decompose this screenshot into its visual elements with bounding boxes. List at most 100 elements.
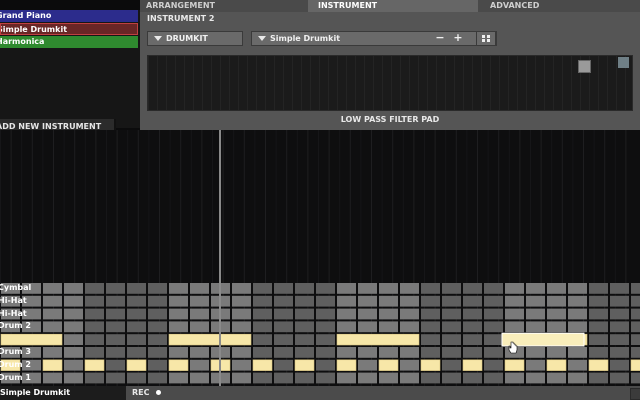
step-cell[interactable]	[232, 372, 251, 384]
step-cell[interactable]	[169, 295, 188, 307]
step-cell[interactable]	[295, 372, 314, 384]
step-cell[interactable]	[505, 283, 524, 294]
step-cell[interactable]	[547, 321, 566, 333]
step-cell[interactable]	[526, 321, 545, 333]
note[interactable]	[420, 359, 441, 371]
step-cell[interactable]	[316, 347, 335, 358]
step-cell[interactable]	[463, 372, 482, 384]
step-cell[interactable]	[64, 308, 83, 320]
note[interactable]	[336, 359, 357, 371]
step-cell[interactable]	[43, 372, 62, 384]
step-cell[interactable]	[379, 372, 398, 384]
step-cell[interactable]	[169, 321, 188, 333]
step-cell[interactable]	[568, 295, 587, 307]
step-cell[interactable]	[316, 308, 335, 320]
pad-handle[interactable]	[578, 60, 591, 73]
step-cell[interactable]	[400, 359, 419, 371]
step-cell[interactable]	[337, 321, 356, 333]
step-cell[interactable]	[295, 334, 314, 345]
step-cell[interactable]	[274, 372, 293, 384]
sequencer-grid[interactable]	[0, 130, 640, 386]
note[interactable]	[42, 359, 63, 371]
step-cell[interactable]	[64, 359, 83, 371]
step-cell[interactable]	[526, 295, 545, 307]
step-cell[interactable]	[316, 283, 335, 294]
step-cell[interactable]	[106, 334, 125, 345]
step-cell[interactable]	[358, 347, 377, 358]
step-cell[interactable]	[190, 359, 209, 371]
step-cell[interactable]	[442, 372, 461, 384]
step-cell[interactable]	[64, 347, 83, 358]
note[interactable]	[588, 359, 609, 371]
step-cell[interactable]	[148, 308, 167, 320]
step-cell[interactable]	[85, 308, 104, 320]
grid-view-button[interactable]	[476, 31, 496, 46]
step-cell[interactable]	[526, 347, 545, 358]
step-cell[interactable]	[526, 372, 545, 384]
step-cell[interactable]	[295, 321, 314, 333]
note[interactable]	[0, 333, 63, 346]
note[interactable]	[126, 359, 147, 371]
step-cell[interactable]	[64, 321, 83, 333]
step-cell[interactable]	[127, 334, 146, 345]
step-cell[interactable]	[127, 283, 146, 294]
step-cell[interactable]	[190, 321, 209, 333]
instrument-item-harmonica[interactable]: Harmonica	[0, 36, 138, 48]
step-cell[interactable]	[610, 334, 629, 345]
step-cell[interactable]	[274, 308, 293, 320]
step-cell[interactable]	[526, 283, 545, 294]
step-cell[interactable]	[253, 334, 272, 345]
step-cell[interactable]	[253, 347, 272, 358]
step-cell[interactable]	[64, 372, 83, 384]
step-cell[interactable]	[442, 295, 461, 307]
step-cell[interactable]	[631, 295, 640, 307]
step-cell[interactable]	[589, 321, 608, 333]
step-cell[interactable]	[379, 308, 398, 320]
step-cell[interactable]	[463, 308, 482, 320]
step-cell[interactable]	[316, 321, 335, 333]
step-cell[interactable]	[106, 347, 125, 358]
step-cell[interactable]	[43, 347, 62, 358]
step-cell[interactable]	[463, 283, 482, 294]
step-cell[interactable]	[358, 372, 377, 384]
tab-arrangement[interactable]: ARRANGEMENT	[140, 0, 308, 12]
instrument-type-select[interactable]: DRUMKIT	[147, 31, 243, 46]
step-cell[interactable]	[379, 347, 398, 358]
step-cell[interactable]	[505, 308, 524, 320]
step-cell[interactable]	[274, 321, 293, 333]
tab-instrument[interactable]: INSTRUMENT	[308, 0, 478, 12]
step-cell[interactable]	[64, 334, 83, 345]
step-cell[interactable]	[106, 359, 125, 371]
step-cell[interactable]	[400, 347, 419, 358]
step-cell[interactable]	[127, 308, 146, 320]
step-cell[interactable]	[169, 283, 188, 294]
step-cell[interactable]	[169, 372, 188, 384]
step-cell[interactable]	[232, 308, 251, 320]
step-cell[interactable]	[169, 308, 188, 320]
step-cell[interactable]	[43, 295, 62, 307]
preset-minus-button[interactable]: −	[433, 31, 447, 46]
step-cell[interactable]	[484, 321, 503, 333]
tab-advanced[interactable]: ADVANCED	[478, 0, 640, 12]
step-cell[interactable]	[295, 283, 314, 294]
step-cell[interactable]	[421, 295, 440, 307]
step-cell[interactable]	[274, 347, 293, 358]
step-cell[interactable]	[337, 308, 356, 320]
step-cell[interactable]	[568, 359, 587, 371]
step-cell[interactable]	[631, 334, 640, 345]
preset-plus-button[interactable]: +	[451, 31, 465, 46]
step-cell[interactable]	[106, 308, 125, 320]
step-cell[interactable]	[400, 295, 419, 307]
step-cell[interactable]	[526, 308, 545, 320]
step-cell[interactable]	[232, 347, 251, 358]
step-cell[interactable]	[463, 347, 482, 358]
step-cell[interactable]	[274, 295, 293, 307]
step-cell[interactable]	[316, 295, 335, 307]
note[interactable]	[84, 359, 105, 371]
note[interactable]	[462, 359, 483, 371]
step-cell[interactable]	[442, 308, 461, 320]
step-cell[interactable]	[337, 283, 356, 294]
step-cell[interactable]	[547, 283, 566, 294]
step-cell[interactable]	[610, 321, 629, 333]
step-cell[interactable]	[232, 321, 251, 333]
